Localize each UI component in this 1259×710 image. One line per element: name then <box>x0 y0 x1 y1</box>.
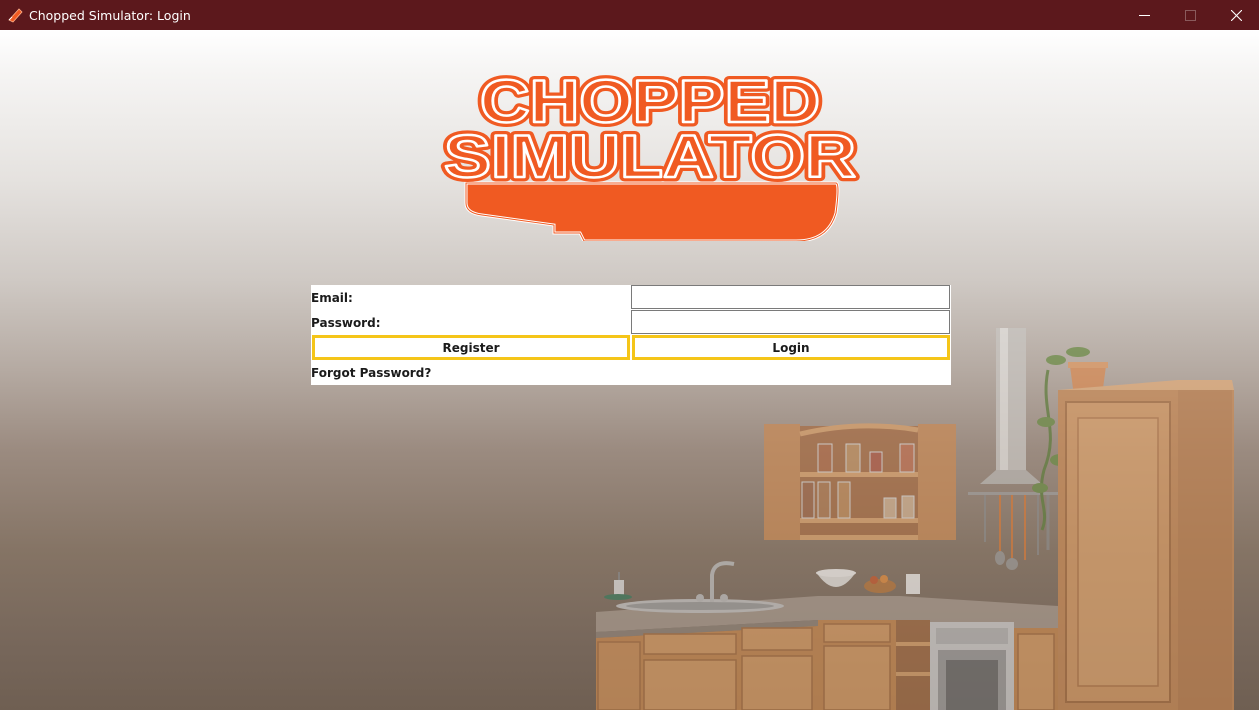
window-controls <box>1121 0 1259 30</box>
login-button[interactable]: Login <box>632 335 950 360</box>
close-button[interactable] <box>1213 0 1259 30</box>
login-form: Email: Password: Register Login Forgot P… <box>311 285 951 385</box>
email-field[interactable] <box>631 285 950 309</box>
window-title: Chopped Simulator: Login <box>29 7 191 23</box>
forgot-password-link[interactable]: Forgot Password? <box>311 366 431 380</box>
register-button[interactable]: Register <box>312 335 630 360</box>
maximize-icon <box>1184 9 1196 21</box>
logo-line-simulator-highlight: SIMULATOR <box>444 123 856 190</box>
password-field[interactable] <box>631 310 950 334</box>
maximize-button[interactable] <box>1167 0 1213 30</box>
password-label: Password: <box>311 316 381 330</box>
title-bar: Chopped Simulator: Login <box>0 0 1259 30</box>
knife-app-icon <box>8 8 23 23</box>
minimize-icon <box>1138 14 1150 16</box>
minimize-button[interactable] <box>1121 0 1167 30</box>
login-background: CHOPPED CHOPPED SIMULATOR SIMULATOR Emai… <box>0 30 1259 710</box>
email-label: Email: <box>311 291 353 305</box>
chopped-simulator-logo: CHOPPED CHOPPED SIMULATOR SIMULATOR <box>440 64 861 241</box>
close-icon <box>1230 9 1242 21</box>
